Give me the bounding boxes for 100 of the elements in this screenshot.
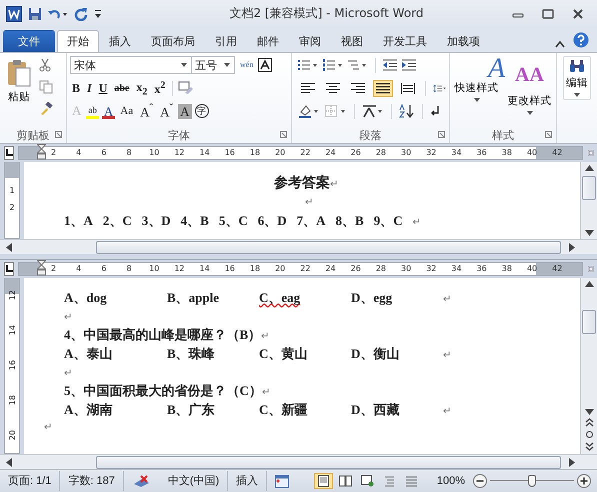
format-button[interactable]: B [70, 79, 82, 98]
decrease-indent-icon[interactable] [383, 59, 397, 72]
dropdown-icon[interactable] [181, 63, 187, 68]
format-button[interactable]: A [102, 104, 116, 119]
scroll-up-icon[interactable] [584, 280, 594, 287]
macro-record-icon[interactable] [275, 474, 290, 488]
paragraph-mark-icon[interactable] [430, 105, 440, 118]
scroll-right-icon[interactable] [569, 458, 575, 467]
borders-icon[interactable] [325, 104, 347, 118]
sort-icon[interactable] [399, 104, 415, 118]
question-text: 4、中国最高的山峰是哪座？（B） [64, 326, 262, 342]
browse-object-icon[interactable] [584, 430, 594, 440]
tab-selector-button[interactable] [4, 146, 14, 160]
scroll-thumb[interactable] [96, 240, 561, 254]
scroll-thumb[interactable] [96, 456, 561, 469]
ruler-number: 2 [9, 203, 15, 212]
font-name-field[interactable]: 宋体 [70, 56, 192, 74]
scissors-icon[interactable] [39, 58, 51, 72]
indent-marker-icon[interactable] [37, 260, 46, 276]
editing-button[interactable]: 编辑 [563, 56, 591, 100]
word-logo-icon[interactable] [6, 6, 22, 22]
close-icon[interactable] [571, 8, 585, 19]
scroll-left-icon[interactable] [6, 458, 12, 467]
scroll-thumb[interactable] [582, 176, 596, 200]
page-count-status[interactable]: 页面: 1/1 [0, 471, 60, 492]
zoom-slider-thumb[interactable] [528, 475, 536, 488]
help-icon[interactable] [573, 32, 589, 48]
format-painter-icon[interactable] [39, 102, 53, 116]
ribbon-tab[interactable]: 视图 [331, 30, 373, 52]
horizontal-scrollbar[interactable] [0, 454, 597, 470]
scroll-up-icon[interactable] [584, 165, 594, 172]
copy-icon[interactable] [39, 80, 53, 94]
dialog-launcher-icon[interactable] [280, 131, 287, 138]
vertical-scrollbar[interactable] [580, 278, 597, 454]
format-button[interactable]: Aa [118, 102, 136, 120]
increase-indent-icon[interactable] [402, 59, 416, 72]
scroll-down-icon[interactable] [584, 409, 594, 416]
file-tab[interactable]: 文件 [3, 30, 55, 52]
paste-button[interactable]: 粘贴 [3, 56, 35, 128]
format-button[interactable]: x$_{2}$ [134, 79, 150, 98]
dialog-launcher-icon[interactable] [55, 131, 62, 138]
format-button[interactable]: ab [86, 104, 99, 119]
clear-formatting-icon[interactable] [178, 81, 194, 96]
vertical-scrollbar[interactable] [580, 162, 597, 240]
scroll-thumb[interactable] [582, 310, 596, 334]
ribbon-tab[interactable]: 邮件 [247, 30, 289, 52]
ribbon-tab[interactable]: 引用 [205, 30, 247, 52]
horizontal-ruler[interactable]: 2 4 6 8 10 12 14 16 18 20 22 24 26 28 30 32 34 36 38 40 42 [18, 262, 584, 276]
ruler-number: 36 [476, 262, 488, 275]
customize-toolbar-icon[interactable] [94, 8, 102, 20]
ribbon-tab[interactable]: 开始 [57, 30, 99, 52]
phonetic-guide-button[interactable]: wén [238, 56, 256, 74]
horizontal-scrollbar[interactable] [0, 239, 597, 254]
character-border-icon[interactable] [258, 58, 272, 72]
ruler-number: 8 [126, 147, 133, 160]
ribbon-tab[interactable]: 页面布局 [141, 30, 205, 52]
scroll-down-icon[interactable] [584, 230, 594, 236]
horizontal-ruler[interactable]: 2 4 6 8 10 12 14 16 18 20 22 24 26 28 30 32 34 36 38 40 42 [18, 146, 584, 160]
collapse-ribbon-icon[interactable] [555, 40, 565, 48]
next-page-icon[interactable] [584, 442, 594, 452]
maximize-icon[interactable] [541, 8, 555, 19]
zoom-in-icon[interactable] [577, 474, 591, 488]
format-button[interactable]: x$^{2}$ [152, 79, 168, 98]
format-button[interactable]: A$^{ˆ}$ [138, 102, 156, 120]
dialog-launcher-icon[interactable] [438, 131, 445, 138]
quick-styles-button[interactable]: A 快速样式 [450, 56, 503, 128]
zoom-out-icon[interactable] [473, 474, 487, 488]
save-icon[interactable] [28, 6, 42, 21]
insert-mode-status[interactable]: 插入 [228, 471, 268, 492]
font-size-field[interactable]: 五号 [191, 56, 235, 74]
format-button[interactable]: I [85, 79, 94, 98]
dialog-launcher-icon[interactable] [545, 131, 552, 138]
indent-marker-icon[interactable] [37, 144, 46, 160]
align-button[interactable] [373, 80, 393, 97]
numbering-icon[interactable] [323, 59, 343, 72]
format-button[interactable]: A$^{ˇ}$ [158, 102, 176, 120]
format-button[interactable]: A [178, 104, 192, 119]
format-button[interactable]: U [96, 79, 110, 98]
word-count-status[interactable]: 字数: 187 [60, 471, 124, 492]
option-text: D、西藏 [351, 400, 400, 419]
chinese-layout-icon[interactable] [362, 104, 384, 118]
zoom-level-status[interactable]: 100% [428, 471, 473, 492]
ribbon-tab[interactable]: 开发工具 [373, 30, 437, 52]
ribbon-tab[interactable]: 插入 [99, 30, 141, 52]
dropdown-icon[interactable] [224, 63, 230, 68]
format-button[interactable]: 字 [194, 104, 208, 118]
scroll-right-icon[interactable] [569, 242, 575, 252]
shading-icon[interactable] [298, 104, 320, 118]
redo-icon[interactable] [74, 6, 88, 21]
format-button[interactable]: abe [112, 79, 132, 98]
bullets-icon[interactable] [298, 59, 318, 72]
view-button[interactable] [314, 473, 333, 490]
tab-selector-button[interactable] [4, 262, 14, 276]
language-status[interactable]: 中文(中国) [160, 471, 228, 492]
previous-page-icon[interactable] [584, 418, 594, 428]
scroll-left-icon[interactable] [6, 242, 12, 252]
ribbon-tab[interactable]: 加载项 [437, 30, 490, 52]
multilevel-list-icon[interactable] [348, 59, 368, 72]
ribbon-tab[interactable]: 审阅 [289, 30, 331, 52]
ruler-number: 14 [198, 262, 211, 275]
